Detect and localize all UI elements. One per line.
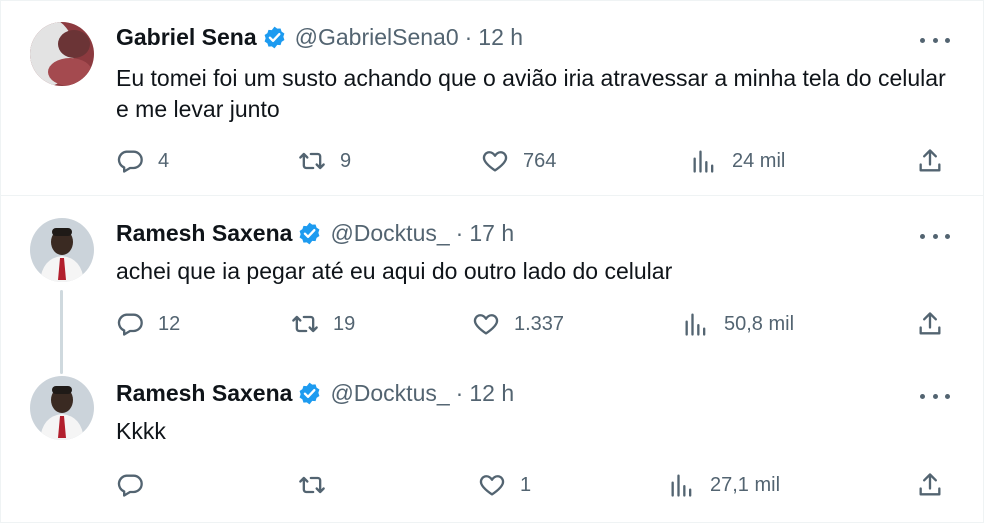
avatar[interactable] xyxy=(30,22,94,86)
reply-button[interactable] xyxy=(116,471,158,499)
repost-button[interactable] xyxy=(298,471,340,499)
timestamp[interactable]: 17 h xyxy=(469,220,514,247)
repost-icon xyxy=(292,315,318,333)
verified-badge-icon xyxy=(262,25,287,50)
like-count: 1 xyxy=(520,473,532,496)
verified-badge-icon xyxy=(297,221,322,246)
reply-icon xyxy=(117,474,143,497)
heart-icon xyxy=(479,475,505,496)
tweet[interactable]: Gabriel Sena @GabrielSena0 · 12 h Eu tom… xyxy=(0,0,984,195)
share-button[interactable] xyxy=(916,471,944,499)
reply-icon xyxy=(117,313,143,336)
separator-dot: · xyxy=(464,24,473,50)
repost-icon xyxy=(299,476,325,494)
share-button[interactable] xyxy=(916,147,944,175)
avatar[interactable] xyxy=(30,218,94,282)
more-options-icon[interactable] xyxy=(920,30,950,50)
views-button[interactable]: 50,8 mil xyxy=(682,310,794,338)
separator-dot: · xyxy=(455,380,464,406)
like-count: 764 xyxy=(523,149,557,172)
views-count: 50,8 mil xyxy=(724,312,795,335)
heart-icon xyxy=(482,151,508,172)
views-bar-chart-icon xyxy=(671,474,692,497)
views-button[interactable]: 24 mil xyxy=(690,147,785,175)
views-count: 27,1 mil xyxy=(710,473,781,496)
heart-icon xyxy=(473,314,499,335)
repost-icon xyxy=(299,152,325,170)
separator-dot: · xyxy=(455,220,464,246)
share-icon xyxy=(919,312,941,335)
author-handle[interactable]: @Docktus_ xyxy=(330,220,449,247)
more-options-icon[interactable] xyxy=(920,226,950,246)
reply-count: 4 xyxy=(158,149,170,172)
like-count: 1.337 xyxy=(514,312,565,335)
like-button[interactable]: 764 xyxy=(481,147,556,175)
tweet-text: achei que ia pegar até eu aqui do outro … xyxy=(116,258,673,284)
repost-button[interactable]: 9 xyxy=(298,147,351,175)
timestamp[interactable]: 12 h xyxy=(469,380,514,407)
share-icon xyxy=(919,149,941,172)
views-bar-chart-icon xyxy=(693,150,714,173)
author-handle[interactable]: @GabrielSena0 xyxy=(295,24,459,51)
tweet[interactable]: Ramesh Saxena @Docktus_ · 17 h achei que… xyxy=(0,196,984,374)
reply-button[interactable]: 12 xyxy=(116,310,180,338)
author-name[interactable]: Ramesh Saxena xyxy=(116,220,292,247)
repost-count: 9 xyxy=(340,149,352,172)
reply-button[interactable]: 4 xyxy=(116,147,169,175)
verified-badge-icon xyxy=(297,381,322,406)
share-icon xyxy=(919,473,941,496)
author-name[interactable]: Gabriel Sena xyxy=(116,24,257,51)
views-button[interactable]: 27,1 mil xyxy=(668,471,780,499)
reply-count: 12 xyxy=(158,312,181,335)
like-button[interactable]: 1 xyxy=(478,471,531,499)
tweet-text: Eu tomei foi um susto achando que o aviã… xyxy=(116,65,946,122)
like-button[interactable]: 1.337 xyxy=(472,310,564,338)
more-options-icon[interactable] xyxy=(920,386,950,406)
repost-button[interactable]: 19 xyxy=(291,310,355,338)
avatar[interactable] xyxy=(30,376,94,440)
reply-icon xyxy=(117,150,143,173)
repost-count: 19 xyxy=(333,312,356,335)
tweet-text: Kkkk xyxy=(116,418,166,444)
author-name[interactable]: Ramesh Saxena xyxy=(116,380,292,407)
tweet[interactable]: Ramesh Saxena @Docktus_ · 12 h Kkkk 1 27… xyxy=(0,362,984,523)
share-button[interactable] xyxy=(916,310,944,338)
timestamp[interactable]: 12 h xyxy=(478,24,523,51)
views-bar-chart-icon xyxy=(685,313,706,336)
views-count: 24 mil xyxy=(732,149,786,172)
author-handle[interactable]: @Docktus_ xyxy=(330,380,449,407)
